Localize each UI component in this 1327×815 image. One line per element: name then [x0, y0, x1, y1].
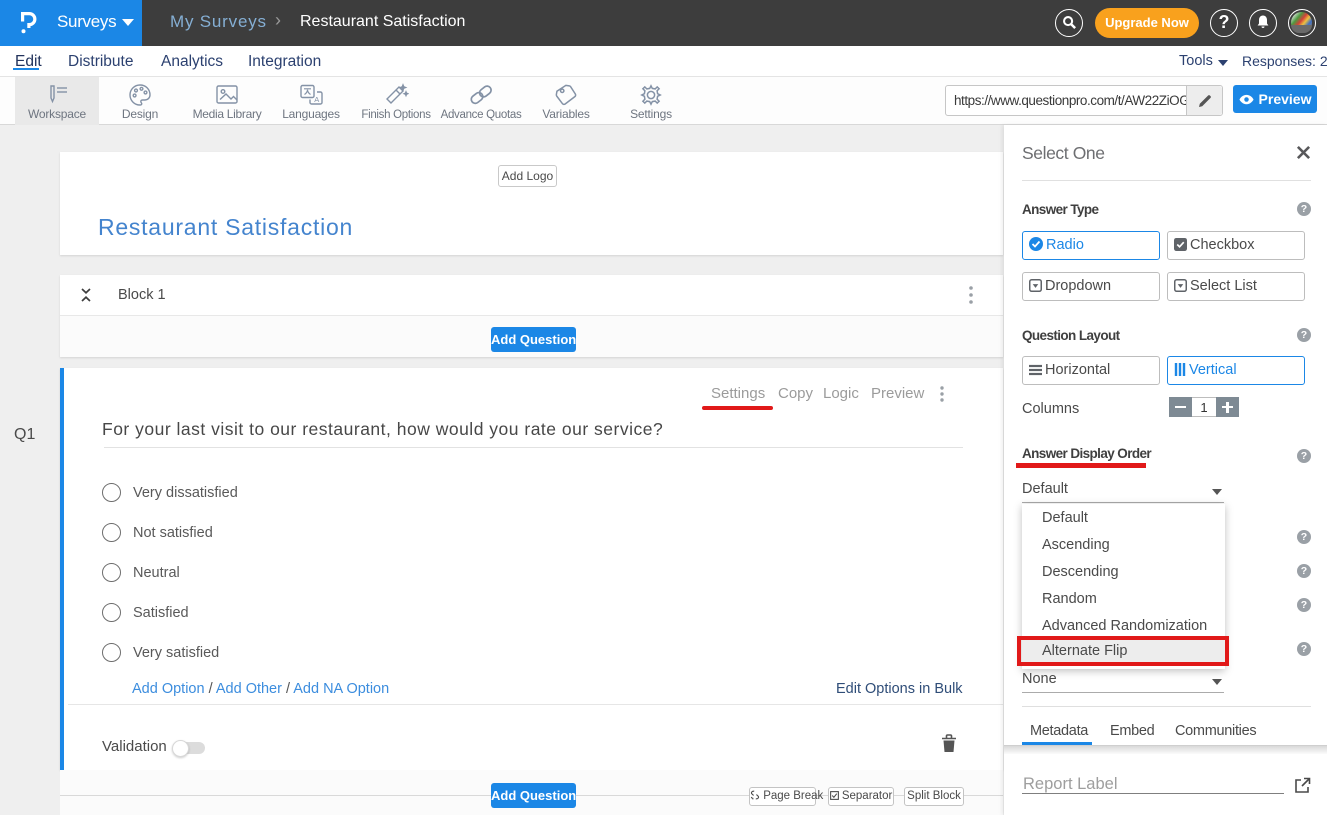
svg-text:A: A [314, 95, 319, 104]
